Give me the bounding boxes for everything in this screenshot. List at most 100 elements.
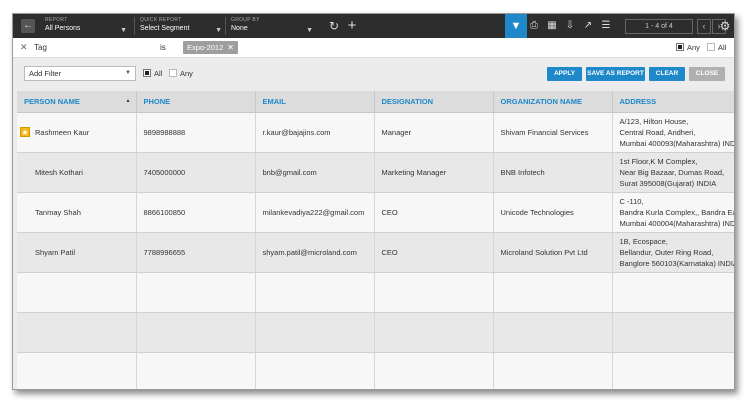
empty-table-row xyxy=(17,352,734,389)
match-any-label: Any xyxy=(687,43,700,52)
filter-operator: is xyxy=(160,43,166,52)
designation-cell: Marketing Manager xyxy=(374,152,494,193)
column-header-label: PERSON NAME xyxy=(24,96,80,106)
filter-field-label: Tag xyxy=(34,43,47,52)
address-line: Banglore 560103(Karnataka) INDIA xyxy=(619,258,735,268)
close-icon[interactable]: ✕ xyxy=(227,43,234,52)
import-icon[interactable]: ⇩ xyxy=(562,18,578,34)
match-all-option[interactable]: All xyxy=(707,43,726,52)
export-excel-icon[interactable]: ▦ xyxy=(544,18,560,34)
column-header-phone[interactable]: PHONE xyxy=(136,91,256,113)
pager-status: 1 - 4 of 4 xyxy=(625,19,693,34)
address-cell: A/123, Hilton House, Central Road, Andher… xyxy=(612,112,735,153)
match-any-option[interactable]: Any xyxy=(169,69,193,78)
group-by-caption: GROUP BY xyxy=(231,17,260,23)
organization-cell[interactable]: BNB Infotech xyxy=(493,152,613,193)
sort-ascending-icon[interactable]: ▲ xyxy=(126,98,131,104)
address-line: C -110, xyxy=(619,196,644,206)
tag-filter-row: ✕ Tag is Expo-2012 ✕ Any All xyxy=(13,38,734,58)
table-header-row: PERSON NAME ▲ PHONE EMAIL DESIGNATION ORG… xyxy=(17,91,734,113)
designation-cell: Manager xyxy=(374,112,494,153)
app-window: ← REPORT All Persons ▼ QUICK REPORT Sele… xyxy=(12,13,735,390)
report-dropdown[interactable]: REPORT All Persons ▼ xyxy=(45,17,127,36)
address-line: Central Road, Andheri, xyxy=(619,127,696,137)
clear-button[interactable]: CLEAR xyxy=(649,67,685,81)
match-all-option[interactable]: All xyxy=(143,69,162,78)
match-any-label: Any xyxy=(180,69,193,78)
column-header-address[interactable]: ADDRESS xyxy=(612,91,734,113)
toolbar-divider xyxy=(134,17,135,35)
address-line: Mumbai 400093(Maharashtra) INDIA xyxy=(619,138,735,148)
close-button[interactable]: CLOSE xyxy=(689,67,725,81)
table-row[interactable]: Shyam Patil 7788996655 shyam.patil@micro… xyxy=(17,232,735,273)
email-cell[interactable]: milankevadiya222@gmail.com xyxy=(255,192,375,233)
organization-cell[interactable]: Unicode Technologies xyxy=(493,192,613,233)
table-row[interactable]: ★ Rashmeen Kaur 9898988888 r.kaur@bajajin… xyxy=(17,112,735,153)
email-cell[interactable]: shyam.patil@microland.com xyxy=(255,232,375,273)
person-name: Mitesh Kothari xyxy=(35,167,83,177)
chevron-down-icon: ▼ xyxy=(215,27,222,34)
persons-table: PERSON NAME ▲ PHONE EMAIL DESIGNATION ORG… xyxy=(17,91,735,389)
designation-cell: CEO xyxy=(374,232,494,273)
column-header-organization-name[interactable]: ORGANIZATION NAME xyxy=(493,91,613,113)
top-toolbar: ← REPORT All Persons ▼ QUICK REPORT Sele… xyxy=(13,14,734,38)
address-line: Bellandur, Outer Ring Road, xyxy=(619,247,714,257)
empty-table-row xyxy=(17,272,734,313)
match-any-option[interactable]: Any xyxy=(676,43,700,52)
refresh-icon[interactable]: ↻ xyxy=(326,18,342,34)
address-line: Bandra Kurla Complex,, Bandra East, xyxy=(619,207,735,217)
quick-report-dropdown[interactable]: QUICK REPORT Select Segment ▼ xyxy=(140,17,222,36)
tag-chip[interactable]: Expo-2012 ✕ xyxy=(183,41,238,54)
gear-icon[interactable]: ⚙ xyxy=(718,18,732,34)
add-icon[interactable]: + xyxy=(344,18,360,34)
report-caption: REPORT xyxy=(45,17,68,23)
match-all-label: All xyxy=(154,69,163,78)
person-name: Shyam Patil xyxy=(35,247,76,257)
apply-button[interactable]: APPLY xyxy=(547,67,582,81)
person-name-cell[interactable]: Mitesh Kothari xyxy=(17,152,137,193)
checkbox-checked-icon[interactable] xyxy=(676,43,684,52)
address-cell: 1B, Ecospace, Bellandur, Outer Ring Road,… xyxy=(612,232,735,273)
table-row[interactable]: Mitesh Kothari 7405000000 bnb@gmail.com … xyxy=(17,152,734,193)
group-by-value: None xyxy=(231,25,248,32)
column-header-person-name[interactable]: PERSON NAME ▲ xyxy=(17,91,137,113)
organization-cell[interactable]: Microland Solution Pvt Ltd xyxy=(493,232,613,273)
email-cell[interactable]: r.kaur@bajajins.com xyxy=(255,112,375,153)
checkbox-checked-icon[interactable] xyxy=(143,69,151,78)
phone-cell: 9898988888 xyxy=(136,112,256,153)
tag-chip-label: Expo-2012 xyxy=(187,43,224,52)
previous-page-icon[interactable]: ‹ xyxy=(697,19,711,34)
person-name-cell[interactable]: Shyam Patil xyxy=(17,232,137,273)
save-as-report-button[interactable]: SAVE AS REPORT xyxy=(586,67,645,81)
person-name-cell[interactable]: Tanmay Shah xyxy=(17,192,137,233)
report-value: All Persons xyxy=(45,25,81,32)
back-arrow-icon[interactable]: ← xyxy=(21,19,35,33)
checkbox-unchecked-icon[interactable] xyxy=(707,43,715,52)
phone-cell: 7788996655 xyxy=(136,232,256,273)
print-icon[interactable]: ⎙ xyxy=(526,18,542,34)
address-line: Near Big Bazaar, Dumas Road, xyxy=(619,167,725,177)
address-cell: 1st Floor,K M Complex, Near Big Bazaar, D… xyxy=(612,152,734,193)
remove-filter-icon[interactable]: ✕ xyxy=(20,42,28,53)
email-cell[interactable]: bnb@gmail.com xyxy=(255,152,375,193)
filter-icon[interactable]: ▼ xyxy=(505,14,527,38)
table-row[interactable]: Tanmay Shah 8866100850 milankevadiya222@… xyxy=(17,192,735,233)
columns-icon[interactable]: ☰ xyxy=(598,18,614,34)
person-name: Tanmay Shah xyxy=(35,207,81,217)
person-name-cell[interactable]: ★ Rashmeen Kaur xyxy=(17,112,137,153)
column-header-email[interactable]: EMAIL xyxy=(255,91,375,113)
phone-cell: 7405000000 xyxy=(136,152,256,193)
quick-report-caption: QUICK REPORT xyxy=(140,17,182,23)
share-icon[interactable]: ↗ xyxy=(580,18,596,34)
designation-cell: CEO xyxy=(374,192,494,233)
star-icon[interactable]: ★ xyxy=(20,126,30,137)
add-filter-label: Add Filter xyxy=(29,69,62,78)
checkbox-unchecked-icon[interactable] xyxy=(169,69,177,78)
chevron-down-icon: ▼ xyxy=(120,27,127,34)
address-line: Mumbai 400004(Maharashtra) INDIA xyxy=(619,218,735,228)
group-by-dropdown[interactable]: GROUP BY None ▼ xyxy=(231,17,313,36)
add-filter-select[interactable]: Add Filter ▼ xyxy=(24,66,136,81)
chevron-down-icon: ▼ xyxy=(125,70,131,76)
organization-cell[interactable]: Shivam Financial Services xyxy=(493,112,613,153)
column-header-designation[interactable]: DESIGNATION xyxy=(374,91,494,113)
